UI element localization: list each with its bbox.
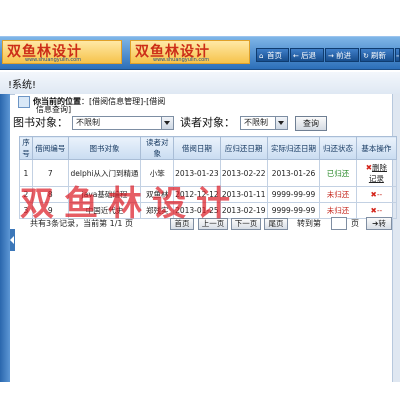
- first-page-button[interactable]: 首页: [170, 218, 194, 230]
- go-label: 转: [378, 219, 386, 228]
- book-filter-value: 不限制: [76, 118, 100, 127]
- goto-label: 转到第: [297, 219, 321, 228]
- nav-label: 首页: [267, 51, 282, 60]
- cell-return-date: 2013-01-26: [266, 159, 321, 187]
- logo-subtext: www.shuangyulin.com: [153, 57, 210, 63]
- pager-summary: 共有3条记录，当前第 1/1 页: [30, 219, 134, 228]
- col-seq: 序号: [19, 136, 33, 160]
- left-sidebar: [0, 94, 10, 382]
- nav-refresh-button[interactable]: ↻ 刷新: [360, 48, 394, 62]
- cell-due-date: 2013-01-11: [219, 186, 268, 203]
- cell-reader: 郑残实: [140, 202, 175, 219]
- cell-reader: 双鱼林: [140, 186, 175, 203]
- col-actions: 基本操作: [355, 136, 398, 160]
- reader-filter-value: 不限制: [244, 118, 268, 127]
- go-button[interactable]: ➔转: [366, 217, 392, 230]
- col-due-date: 应归还日期: [219, 136, 268, 160]
- table-row: 1 7 delphi从入门到精通 小笨 2013-01-23 2013-02-2…: [19, 159, 398, 187]
- page-suffix-label: 页: [351, 219, 359, 228]
- borrow-table: 序号 借阅编号 图书对象 读者对象 借阅日期 应归还日期 实际归还日期 归还状态…: [19, 136, 398, 219]
- nav-home-button[interactable]: ⌂ 首页: [256, 48, 289, 62]
- refresh-icon: ↻: [363, 52, 369, 60]
- col-borrow-id: 借阅编号: [31, 136, 69, 160]
- logo-repeat: 双鱼林设计 www.shuangyulin.com: [130, 40, 250, 64]
- page-number-input[interactable]: [331, 217, 347, 230]
- nav-label: 刷新: [371, 51, 386, 60]
- chevron-down-icon: [161, 117, 173, 129]
- nav-forward-button[interactable]: → 前进: [325, 48, 359, 62]
- book-filter-select[interactable]: 不限制: [72, 116, 174, 130]
- cell-actions: ✖--: [355, 186, 398, 203]
- last-page-button[interactable]: 尾页: [264, 218, 288, 230]
- reader-filter-label: 读者对象：: [180, 116, 235, 129]
- cell-status: 未归还: [319, 186, 357, 203]
- cell-actions: ✖删除 记录: [355, 159, 398, 187]
- delete-link[interactable]: --: [377, 206, 382, 215]
- cell-book: java基础编程: [67, 186, 142, 203]
- table-row: 2 8 java基础编程 双鱼林 2012-12-12 2013-01-11 9…: [19, 186, 398, 203]
- cell-status: 已归还: [319, 159, 357, 187]
- cell-return-date: 9999-99-99: [266, 186, 321, 203]
- back-icon: ←: [293, 52, 299, 60]
- cell-seq: 2: [19, 186, 33, 203]
- col-borrow-date: 借阅日期: [173, 136, 221, 160]
- cell-due-date: 2013-02-22: [219, 159, 268, 187]
- cell-borrow-date: 2013-01-25: [173, 202, 221, 219]
- col-status: 归还状态: [319, 136, 357, 160]
- forward-icon: →: [328, 52, 334, 60]
- cell-borrow-id: 8: [31, 186, 69, 203]
- next-page-button[interactable]: 下一页: [231, 218, 261, 230]
- cell-seq: 1: [19, 159, 33, 187]
- logo: 双鱼林设计 www.shuangyulin.com: [2, 40, 122, 64]
- nav-label: 前进: [336, 51, 351, 60]
- chevron-down-icon: [275, 117, 287, 129]
- delete-link[interactable]: 删除: [372, 163, 387, 172]
- system-label: !系统!: [8, 80, 37, 91]
- system-bar: !系统!: [0, 72, 400, 95]
- record-link[interactable]: 记录: [369, 174, 384, 183]
- cell-reader: 小笨: [140, 159, 175, 187]
- delete-link[interactable]: --: [377, 190, 382, 199]
- table-header-row: 序号 借阅编号 图书对象 读者对象 借阅日期 应归还日期 实际归还日期 归还状态…: [19, 136, 398, 160]
- exit-icon: ⇥: [396, 49, 399, 61]
- nav-exit-button[interactable]: ⇥: [395, 48, 400, 62]
- home-icon: ⌂: [259, 52, 264, 60]
- cell-borrow-id: 7: [31, 159, 69, 187]
- book-filter-label: 图书对象：: [13, 116, 68, 129]
- cell-due-date: 2013-02-19: [219, 202, 268, 219]
- cell-borrow-date: 2012-12-12: [173, 186, 221, 203]
- col-return-date: 实际归还日期: [266, 136, 321, 160]
- query-button[interactable]: 查询: [295, 116, 327, 131]
- prev-page-button[interactable]: 上一页: [198, 218, 228, 230]
- cell-borrow-date: 2013-01-23: [173, 159, 221, 187]
- reader-filter-select[interactable]: 不限制: [240, 116, 288, 130]
- col-book: 图书对象: [67, 136, 142, 160]
- bottom-area: [0, 382, 400, 400]
- nav-back-button[interactable]: ← 后退: [290, 48, 324, 62]
- breadcrumb-path: ：[借阅信息管理]-[借阅: [81, 97, 166, 106]
- logo-subtext: www.shuangyulin.com: [25, 57, 82, 63]
- location-icon: [18, 96, 30, 108]
- cell-book: delphi从入门到精通: [67, 159, 142, 187]
- col-reader: 读者对象: [140, 136, 175, 160]
- nav-label: 后退: [301, 51, 316, 60]
